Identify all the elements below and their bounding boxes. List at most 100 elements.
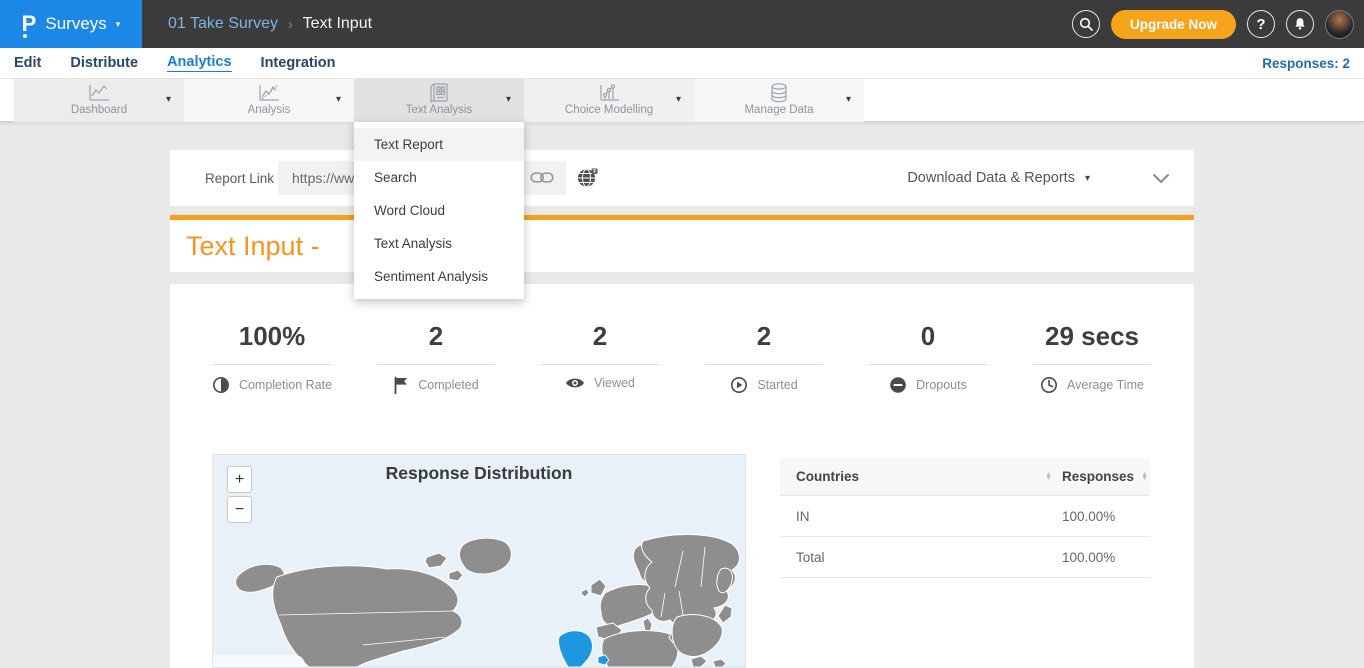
table-row: IN 100.00% xyxy=(780,496,1150,537)
tab-label: Text Analysis xyxy=(406,104,472,116)
stat-dropouts: 0 Dropouts xyxy=(846,322,1010,394)
stat-label: Started xyxy=(757,378,797,392)
app-root: P Surveys ▾ 01 Take Survey › Text Input … xyxy=(0,0,1364,668)
total-label: Total xyxy=(796,550,825,565)
breadcrumb: 01 Take Survey › Text Input xyxy=(168,0,372,48)
menu-item-sentiment-analysis[interactable]: Sentiment Analysis xyxy=(354,260,524,293)
chevron-down-icon: ▾ xyxy=(116,19,121,30)
tab-choice-modelling[interactable]: Choice Modelling ▾ xyxy=(524,79,694,122)
bell-icon xyxy=(1293,17,1307,31)
divider xyxy=(1033,364,1151,365)
responses-count: Responses: 2 xyxy=(1262,48,1350,78)
text-analysis-dropdown-menu: Text Report Search Word Cloud Text Analy… xyxy=(354,122,524,299)
brand-logo-icon: P xyxy=(22,13,37,35)
header-actions: Upgrade Now ? xyxy=(1072,0,1354,48)
world-map[interactable] xyxy=(213,529,746,667)
product-name: Surveys xyxy=(45,14,106,34)
stat-value: 100% xyxy=(239,322,306,351)
sort-icon[interactable]: ▲▼ xyxy=(1045,473,1052,481)
report-link-label: Report Link xyxy=(205,150,274,206)
menu-item-word-cloud[interactable]: Word Cloud xyxy=(354,194,524,227)
tab-label: Choice Modelling xyxy=(565,104,653,116)
map-zoom-in-button[interactable]: + xyxy=(227,466,252,493)
menu-item-text-analysis[interactable]: Text Analysis xyxy=(354,227,524,260)
chevron-down-icon[interactable]: ▾ xyxy=(506,94,511,105)
map-zoom-out-button[interactable]: − xyxy=(227,496,252,523)
menu-item-search[interactable]: Search xyxy=(354,161,524,194)
search-button[interactable] xyxy=(1072,10,1100,38)
stat-label: Dropouts xyxy=(916,378,967,392)
flag-icon xyxy=(393,376,409,394)
breadcrumb-current: Text Input xyxy=(303,15,372,33)
tab-manage-data[interactable]: Manage Data ▾ xyxy=(694,79,864,122)
sort-icon[interactable]: ▲▼ xyxy=(1141,473,1148,481)
copy-link-icon[interactable] xyxy=(530,171,554,189)
stat-label: Completed xyxy=(418,378,478,392)
stat-value: 0 xyxy=(921,322,935,351)
trend-chart-icon xyxy=(255,82,283,104)
divider xyxy=(869,364,987,365)
map-zoom-controls: + − xyxy=(227,466,252,523)
stat-completed: 2 Completed xyxy=(354,322,518,394)
stat-value: 2 xyxy=(429,322,443,351)
tab-analysis[interactable]: Analysis ▾ xyxy=(184,79,354,122)
countries-table: Countries ▲▼ Responses ▲▼ IN 100.00% Tot… xyxy=(780,458,1150,578)
tab-dashboard[interactable]: Dashboard ▾ xyxy=(14,79,184,122)
stat-label: Average Time xyxy=(1067,378,1144,392)
divider xyxy=(377,364,495,365)
response-percent: 100.00% xyxy=(1062,509,1115,524)
chevron-down-icon: ▾ xyxy=(1085,173,1090,184)
tab-text-analysis[interactable]: Text Analysis ▾ xyxy=(354,79,524,122)
divider xyxy=(705,364,823,365)
stats-row: 100% Completion Rate 2 xyxy=(190,322,1174,394)
nav-item-edit[interactable]: Edit xyxy=(14,55,41,71)
chevron-down-icon[interactable]: ▾ xyxy=(676,94,681,105)
column-header-responses[interactable]: Responses xyxy=(1062,469,1134,484)
stat-value: 2 xyxy=(593,322,607,351)
avatar[interactable] xyxy=(1325,10,1354,39)
chevron-down-icon[interactable]: ▾ xyxy=(336,94,341,105)
tab-label: Dashboard xyxy=(71,104,127,116)
country-code: IN xyxy=(796,509,810,524)
menu-item-text-report[interactable]: Text Report xyxy=(354,128,524,161)
map-attribution xyxy=(213,655,305,667)
stat-average-time: 29 secs Average Time xyxy=(1010,322,1174,394)
help-button[interactable]: ? xyxy=(1247,10,1275,38)
page-title: Text Input - xyxy=(186,220,327,272)
eye-icon xyxy=(565,376,585,390)
chevron-down-icon[interactable]: ▾ xyxy=(166,94,171,105)
analytics-tabs: Dashboard ▾ Analysis ▾ xyxy=(14,79,864,122)
breadcrumb-survey-link[interactable]: 01 Take Survey xyxy=(168,15,278,33)
nav-item-integration[interactable]: Integration xyxy=(261,55,336,71)
half-pie-icon xyxy=(212,376,230,394)
stat-value: 29 secs xyxy=(1045,322,1139,351)
stat-value: 2 xyxy=(757,322,771,351)
nav-item-distribute[interactable]: Distribute xyxy=(70,55,138,71)
download-data-reports-label: Download Data & Reports xyxy=(907,170,1075,186)
chevron-down-icon[interactable]: ▾ xyxy=(846,94,851,105)
stat-completion-rate: 100% Completion Rate xyxy=(190,322,354,394)
minus-circle-icon xyxy=(889,376,907,394)
total-percent: 100.00% xyxy=(1062,550,1115,565)
stat-label: Completion Rate xyxy=(239,378,332,392)
column-header-countries[interactable]: Countries xyxy=(796,469,859,484)
survey-nav-items: Edit Distribute Analytics Integration xyxy=(14,48,335,78)
report-link-bar: Report Link Download Data & Reports ▾ xyxy=(170,150,1194,206)
download-data-reports-menu[interactable]: Download Data & Reports ▾ xyxy=(907,150,1090,206)
analytics-toolbar: Dashboard ▾ Analysis ▾ xyxy=(0,79,1364,122)
line-chart-icon xyxy=(85,82,113,104)
collapse-panel-chevron-icon[interactable] xyxy=(1152,171,1170,189)
notifications-button[interactable] xyxy=(1286,10,1314,38)
globe-privacy-icon[interactable] xyxy=(576,167,598,194)
stat-label: Viewed xyxy=(594,376,635,390)
upgrade-now-button[interactable]: Upgrade Now xyxy=(1111,10,1236,39)
divider xyxy=(213,364,331,365)
play-circle-icon xyxy=(730,376,748,394)
nav-item-analytics[interactable]: Analytics xyxy=(167,54,231,72)
analytics-summary-card: 100% Completion Rate 2 xyxy=(170,284,1194,668)
map-title: Response Distribution xyxy=(213,463,745,484)
map-country-india[interactable] xyxy=(559,631,593,667)
scatter-chart-icon xyxy=(595,82,623,104)
stat-viewed: 2 Viewed xyxy=(518,322,682,394)
product-menu[interactable]: P Surveys ▾ xyxy=(0,0,142,48)
